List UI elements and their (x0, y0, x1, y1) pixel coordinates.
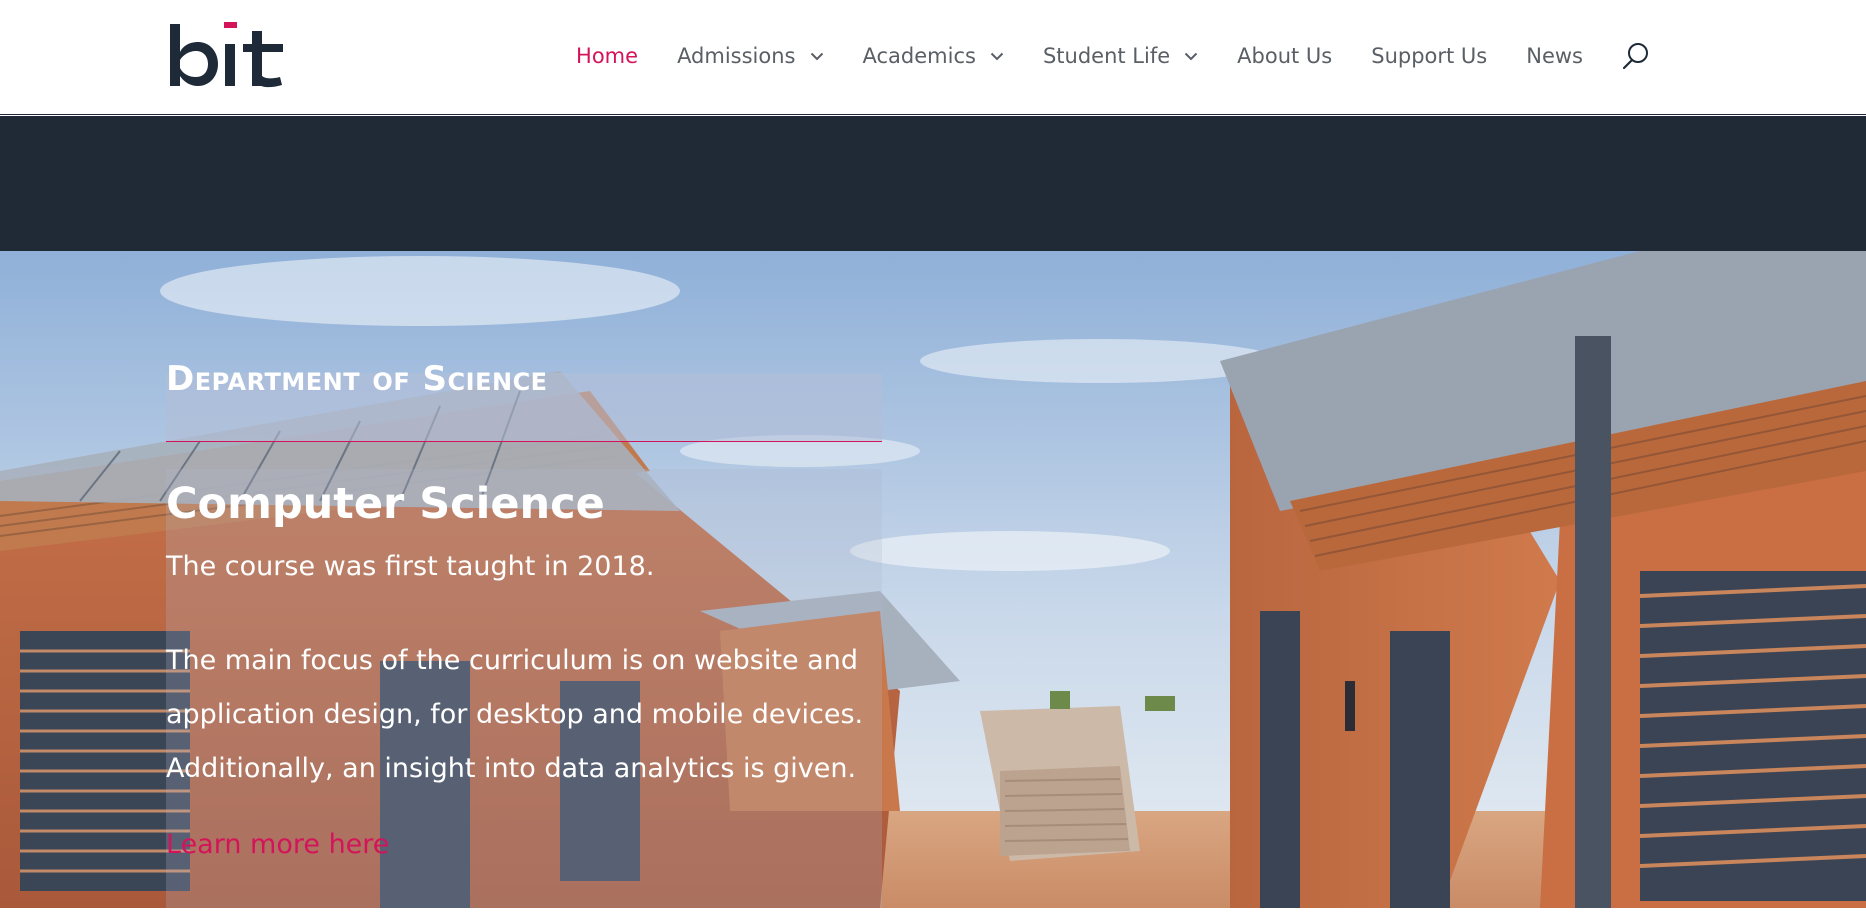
dark-banner (0, 116, 1866, 251)
nav-item-label: Student Life (1042, 44, 1171, 68)
chevron-down-icon (1184, 52, 1198, 60)
nav-item-label: Support Us (1371, 44, 1488, 68)
nav-item-academics[interactable]: Academics (863, 44, 1004, 68)
nav-item-support-us[interactable]: Support Us (1371, 44, 1487, 68)
nav-item-label: Admissions (677, 44, 796, 68)
site-logo[interactable]: bit (168, 22, 284, 88)
nav-item-label: About Us (1237, 44, 1333, 68)
main-nav: Home Admissions Academics Student Life A… (537, 0, 1651, 112)
nav-item-about-us[interactable]: About Us (1237, 44, 1332, 68)
course-title: Computer Science (166, 479, 605, 529)
course-intro-text: The course was first taught in 2018. (166, 551, 655, 582)
department-banner: Department of Science (166, 359, 882, 442)
nav-item-news[interactable]: News (1526, 44, 1583, 68)
nav-item-home[interactable]: Home (576, 44, 638, 68)
nav-item-admissions[interactable]: Admissions (677, 44, 823, 68)
hero-section: Department of Science Computer Science T… (0, 251, 1866, 908)
nav-item-label: Academics (862, 44, 976, 68)
nav-item-label: News (1526, 44, 1583, 68)
bit-logo-icon (170, 22, 283, 88)
course-description-text: The main focus of the curriculum is on w… (166, 645, 864, 784)
nav-item-student-life[interactable]: Student Life (1043, 44, 1198, 68)
search-icon[interactable] (1621, 41, 1651, 71)
nav-item-label: Home (576, 44, 639, 68)
department-title: Department of Science (166, 359, 548, 399)
chevron-down-icon (990, 52, 1004, 60)
site-header: bit Home Admissions Academics Student Li… (0, 0, 1866, 115)
learn-more-link[interactable]: Learn more here (166, 829, 389, 860)
chevron-down-icon (810, 52, 823, 60)
